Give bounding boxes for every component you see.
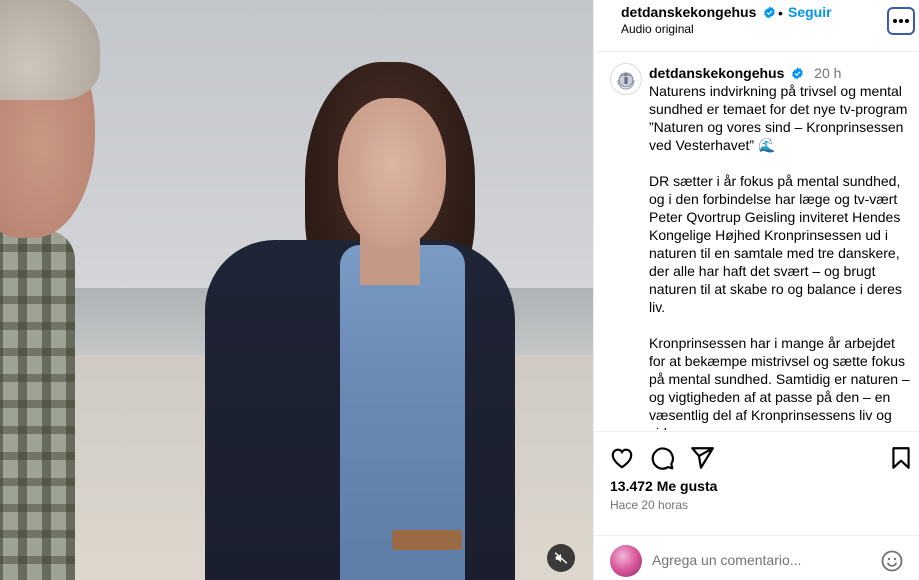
post-actions: 13.472 Me gusta Hace 20 horas bbox=[594, 431, 919, 580]
caption-username[interactable]: detdanskekongehus bbox=[649, 65, 784, 81]
comment-bar bbox=[594, 535, 919, 580]
heart-icon[interactable] bbox=[609, 445, 635, 471]
header-username[interactable]: detdanskekongehus bbox=[621, 4, 776, 20]
man-figure-shirt bbox=[0, 230, 75, 580]
follow-button[interactable]: Seguir bbox=[788, 4, 832, 20]
mute-button[interactable] bbox=[547, 544, 575, 572]
comment-icon[interactable] bbox=[649, 445, 675, 471]
caption-timestamp[interactable]: 20 h bbox=[814, 65, 841, 81]
header-username-text[interactable]: detdanskekongehus bbox=[621, 4, 756, 20]
likes-count[interactable]: 13.472 Me gusta bbox=[610, 478, 717, 494]
post-media[interactable] bbox=[0, 0, 593, 580]
woman-figure-belt bbox=[392, 530, 462, 550]
bookmark-icon[interactable] bbox=[888, 445, 914, 471]
more-options-button[interactable] bbox=[887, 7, 915, 35]
header-separator: • bbox=[778, 5, 783, 21]
send-icon[interactable] bbox=[689, 445, 715, 471]
emoji-smile-icon[interactable] bbox=[880, 549, 904, 573]
speaker-muted-icon bbox=[554, 552, 568, 564]
caption-scroll-area[interactable]: detdanskekongehus 20 h Naturens indvirkn… bbox=[594, 53, 919, 430]
more-horizontal-icon bbox=[893, 19, 909, 23]
post-time-ago[interactable]: Hace 20 horas bbox=[610, 498, 688, 512]
current-user-avatar bbox=[610, 545, 642, 577]
caption-paragraph: Kronprinsessen har i mange år arbejdet f… bbox=[649, 335, 910, 430]
audio-label[interactable]: Audio original bbox=[621, 22, 694, 36]
profile-avatar[interactable] bbox=[610, 63, 642, 95]
comment-input[interactable] bbox=[652, 549, 862, 571]
caption-first-paragraph: detdanskekongehus 20 h Naturens indvirkn… bbox=[649, 64, 915, 154]
caption-paragraph: Naturens indvirkning på trivsel og menta… bbox=[649, 83, 908, 153]
caption-paragraph: DR sætter i år fokus på mental sundhed, … bbox=[649, 173, 902, 315]
post-header: detdanskekongehus • Seguir Audio origina… bbox=[594, 0, 919, 52]
royal-crest-icon bbox=[617, 72, 635, 90]
man-figure-hair bbox=[0, 0, 100, 100]
verified-badge-icon bbox=[792, 67, 804, 80]
woman-figure-face bbox=[338, 98, 446, 248]
post-caption: detdanskekongehus 20 h Naturens indvirkn… bbox=[649, 64, 915, 430]
verified-badge-icon bbox=[764, 6, 776, 19]
post-side-panel: detdanskekongehus • Seguir Audio origina… bbox=[593, 0, 919, 580]
